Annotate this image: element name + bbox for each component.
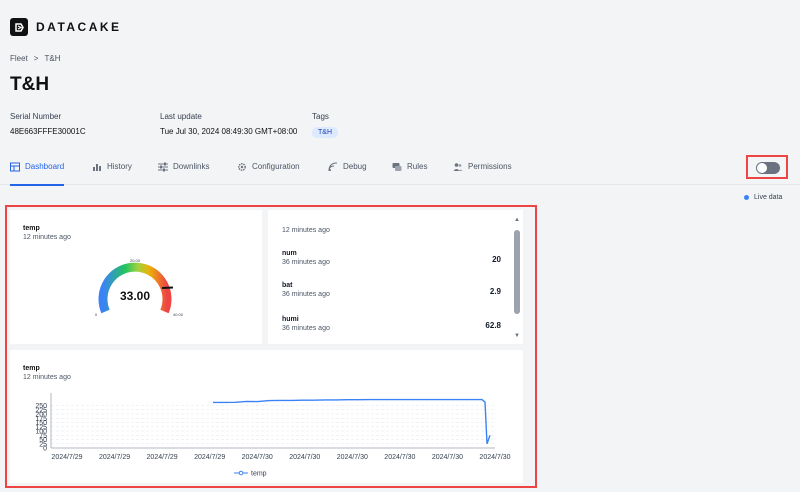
list-item: humi 36 minutes ago 62.8 [282, 316, 501, 332]
live-data-indicator: Live data [744, 194, 782, 201]
live-data-label: Live data [754, 194, 783, 201]
tab-rules-label: Rules [407, 162, 428, 171]
breadcrumb-device: T&H [44, 54, 61, 63]
serial-number-label: Serial Number [10, 112, 62, 121]
brand-name: DATACAKE [36, 20, 122, 34]
tag-badge[interactable]: T&H [312, 127, 338, 138]
y-tick-label: 250 [35, 403, 47, 410]
bar-chart-icon [93, 164, 101, 171]
gear-icon [238, 163, 246, 171]
x-tick-label: 2024/7/30 [337, 454, 368, 461]
value-number: 62.8 [485, 321, 501, 330]
serial-number-value: 48E663FFFE30001C [10, 127, 86, 136]
value-time: 36 minutes ago [282, 325, 330, 332]
signal-icon [328, 162, 338, 172]
x-tick-label: 2024/7/30 [242, 454, 273, 461]
values-header-timestamp: 12 minutes ago [282, 227, 330, 234]
x-tick-label: 2024/7/29 [51, 454, 82, 461]
datacake-logo-icon [10, 18, 28, 36]
line-chart-svg: 02550751001251501752002252502024/7/29 202… [35, 393, 511, 478]
tab-rules[interactable]: Rules [392, 162, 427, 184]
gauge-max-label: 40.00 [173, 312, 184, 317]
tab-configuration-label: Configuration [252, 162, 300, 171]
gauge-mid-label: 20.00 [130, 258, 141, 263]
gauge-value: 33.00 [120, 289, 150, 303]
tab-history[interactable]: History [92, 162, 132, 184]
last-update-block: Last update Tue Jul 30, 2024 08:49:30 GM… [160, 112, 297, 136]
x-tick-label: 2024/7/30 [479, 454, 510, 461]
tab-debug[interactable]: Debug [328, 162, 367, 184]
breadcrumb-separator: > [33, 54, 39, 63]
values-scrollbar[interactable]: ▲ ▼ [513, 216, 521, 340]
breadcrumb-fleet[interactable]: Fleet [10, 54, 28, 63]
scroll-down-icon[interactable]: ▼ [513, 332, 521, 340]
gauge-svg: 20.00 0 40.00 33.00 [95, 258, 184, 317]
tab-permissions-label: Permissions [468, 162, 512, 171]
value-number: 2.9 [489, 287, 501, 296]
scroll-up-icon[interactable]: ▲ [513, 216, 521, 224]
tab-configuration[interactable]: Configuration [237, 162, 300, 184]
tab-bar: Dashboard History Downlinks Configuratio… [0, 156, 800, 186]
value-name: bat [282, 282, 293, 289]
x-tick-label: 2024/7/29 [99, 454, 130, 461]
legend-marker-icon [238, 470, 244, 476]
tab-downlinks-label: Downlinks [173, 162, 210, 171]
last-update-label: Last update [160, 112, 202, 121]
page-title: T&H [10, 74, 50, 95]
tags-block: Tags T&H [312, 112, 338, 138]
last-update-value: Tue Jul 30, 2024 08:49:30 GMT+08:00 [160, 127, 298, 136]
rules-icon [392, 163, 402, 171]
value-time: 36 minutes ago [282, 291, 330, 298]
x-tick-label: 2024/7/30 [384, 454, 415, 461]
dashboard-icon [10, 162, 20, 172]
line-chart-widget[interactable]: temp 12 minutes ago 0 25 50 75 100 125 150 175 2… [10, 350, 523, 483]
breadcrumb: Fleet > T&H [10, 54, 60, 63]
x-tick-label: 2024/7/29 [147, 454, 178, 461]
toggle-knob [757, 163, 767, 173]
value-name: humi [282, 316, 299, 323]
tab-debug-label: Debug [343, 162, 367, 171]
live-data-toggle[interactable] [756, 162, 780, 174]
tab-downlinks[interactable]: Downlinks [158, 162, 209, 184]
list-item: bat 36 minutes ago 2.9 [282, 282, 501, 298]
live-dot-icon [744, 195, 749, 200]
x-tick-label: 2024/7/29 [194, 454, 225, 461]
series-line-temp [213, 398, 491, 445]
x-tick-label: 2024/7/30 [289, 454, 320, 461]
values-widget[interactable]: 12 minutes ago num 36 minutes ago 20 bat… [268, 210, 523, 344]
gauge-widget[interactable]: temp 12 minutes ago 20.00 0 40.00 33.00 [10, 210, 262, 344]
x-tick-label: 2024/7/30 [432, 454, 463, 461]
value-name: num [282, 250, 297, 257]
tab-history-label: History [107, 162, 132, 171]
value-time: 36 minutes ago [282, 259, 330, 266]
gauge-min-label: 0 [95, 312, 98, 317]
tags-label: Tags [312, 112, 329, 121]
legend-label: temp [251, 471, 267, 478]
brand-logo[interactable]: DATACAKE [10, 18, 122, 36]
live-toggle-highlight [746, 155, 788, 179]
serial-number-block: Serial Number 48E663FFFE30001C [10, 112, 86, 136]
tab-dashboard[interactable]: Dashboard [10, 162, 65, 186]
value-number: 20 [492, 255, 501, 264]
sliders-icon [158, 162, 168, 172]
tab-permissions[interactable]: Permissions [453, 162, 512, 184]
scrollbar-thumb[interactable] [514, 230, 520, 314]
users-icon [453, 163, 463, 171]
list-item: num 36 minutes ago 20 [282, 250, 501, 266]
tab-dashboard-label: Dashboard [25, 162, 65, 171]
